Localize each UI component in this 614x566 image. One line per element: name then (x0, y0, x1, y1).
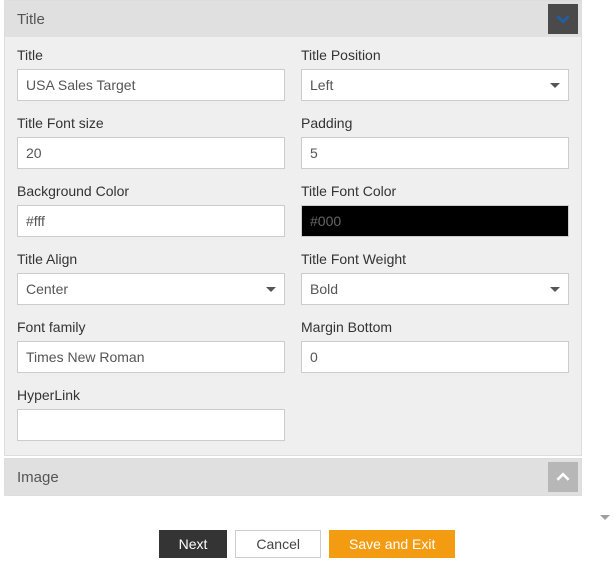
chevron-up-icon (556, 470, 570, 484)
input-background-color[interactable] (26, 206, 276, 236)
label-title-font-color: Title Font Color (301, 183, 569, 199)
input-hyperlink[interactable] (26, 410, 276, 440)
label-font-family: Font family (17, 319, 285, 335)
select-title-position[interactable]: Left (301, 69, 569, 101)
caret-down-icon (266, 287, 276, 292)
field-background-color: Background Color (17, 183, 285, 237)
scroll-down-icon (600, 515, 610, 520)
section-image-header-label: Image (17, 469, 59, 486)
caret-down-icon (550, 287, 560, 292)
select-title-position-value: Left (310, 77, 333, 93)
field-title: Title (17, 47, 285, 101)
vertical-scrollbar[interactable] (598, 180, 612, 520)
input-title-wrap (17, 69, 285, 101)
field-title-position: Title Position Left (301, 47, 569, 101)
input-title[interactable] (26, 70, 276, 100)
input-title-font-color[interactable] (310, 206, 560, 236)
select-title-font-weight-value: Bold (310, 281, 338, 297)
input-margin-bottom[interactable] (310, 342, 560, 372)
field-title-font-size: Title Font size (17, 115, 285, 169)
section-title-collapse-button[interactable] (548, 4, 578, 34)
section-image-expand-button[interactable] (548, 462, 578, 492)
label-title: Title (17, 47, 285, 63)
input-font-family-wrap (17, 341, 285, 373)
section-title-body: Title Title Position Left Title Font siz… (5, 37, 581, 455)
input-background-color-wrap (17, 205, 285, 237)
label-title-position: Title Position (301, 47, 569, 63)
footer-buttons: Next Cancel Save and Exit (0, 530, 614, 558)
save-and-exit-button[interactable]: Save and Exit (329, 530, 455, 558)
select-title-align-value: Center (26, 281, 68, 297)
select-title-align[interactable]: Center (17, 273, 285, 305)
field-hyperlink: HyperLink (17, 387, 285, 441)
section-title-header-label: Title (17, 11, 45, 28)
section-title: Title Title Title Position Left Title (4, 0, 582, 456)
label-background-color: Background Color (17, 183, 285, 199)
input-title-font-size[interactable] (26, 138, 276, 168)
section-image: Image (4, 458, 582, 496)
label-title-font-size: Title Font size (17, 115, 285, 131)
caret-down-icon (550, 83, 560, 88)
select-title-font-weight[interactable]: Bold (301, 273, 569, 305)
label-title-font-weight: Title Font Weight (301, 251, 569, 267)
input-margin-bottom-wrap (301, 341, 569, 373)
label-padding: Padding (301, 115, 569, 131)
form-scroll-region: Title Title Title Position Left Title (0, 0, 588, 496)
label-hyperlink: HyperLink (17, 387, 285, 403)
input-title-font-size-wrap (17, 137, 285, 169)
input-padding-wrap (301, 137, 569, 169)
field-title-font-weight: Title Font Weight Bold (301, 251, 569, 305)
label-title-align: Title Align (17, 251, 285, 267)
field-padding: Padding (301, 115, 569, 169)
input-title-font-color-wrap (301, 205, 569, 237)
chevron-down-icon (556, 12, 570, 26)
section-title-header[interactable]: Title (5, 1, 581, 37)
field-font-family: Font family (17, 319, 285, 373)
field-title-font-color: Title Font Color (301, 183, 569, 237)
input-hyperlink-wrap (17, 409, 285, 441)
field-margin-bottom: Margin Bottom (301, 319, 569, 373)
section-image-header[interactable]: Image (5, 459, 581, 495)
cancel-button[interactable]: Cancel (235, 530, 321, 558)
next-button[interactable]: Next (159, 530, 228, 558)
label-margin-bottom: Margin Bottom (301, 319, 569, 335)
field-title-align: Title Align Center (17, 251, 285, 305)
input-padding[interactable] (310, 138, 560, 168)
input-font-family[interactable] (26, 342, 276, 372)
